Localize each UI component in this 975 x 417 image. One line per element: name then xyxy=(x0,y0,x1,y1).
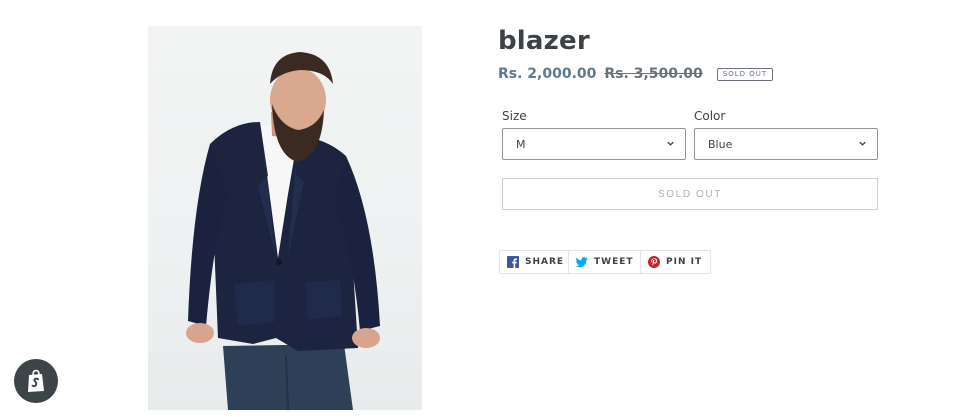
product-image[interactable] xyxy=(148,26,422,410)
size-label: Size xyxy=(502,109,527,123)
shopify-badge[interactable] xyxy=(14,359,58,403)
sold-out-badge: SOLD OUT xyxy=(716,67,774,81)
share-pinterest-button[interactable]: PIN IT xyxy=(640,250,712,274)
product-title: blazer xyxy=(498,26,590,56)
share-label: SHARE xyxy=(525,257,565,267)
product-photo xyxy=(186,52,380,410)
pinterest-icon xyxy=(648,256,660,268)
price-row: Rs. 2,000.00 Rs. 3,500.00 SOLD OUT xyxy=(498,65,774,83)
color-select[interactable]: Blue xyxy=(694,128,878,160)
share-twitter-button[interactable]: TWEET xyxy=(568,250,643,274)
color-label: Color xyxy=(694,109,726,123)
sale-price: Rs. 2,000.00 xyxy=(498,66,597,82)
size-selected-value: M xyxy=(516,137,526,151)
chevron-down-icon xyxy=(859,141,866,146)
twitter-icon xyxy=(576,257,588,268)
color-selected-value: Blue xyxy=(708,137,733,151)
share-facebook-button[interactable]: SHARE xyxy=(499,250,574,274)
chevron-down-icon xyxy=(667,141,674,146)
facebook-icon xyxy=(507,256,519,268)
size-select[interactable]: M xyxy=(502,128,686,160)
shopify-bag-icon xyxy=(28,369,44,392)
regular-price: Rs. 3,500.00 xyxy=(604,66,703,82)
pin-label: PIN IT xyxy=(666,257,703,267)
tweet-label: TWEET xyxy=(594,257,634,267)
add-to-cart-button[interactable]: SOLD OUT xyxy=(502,178,878,210)
